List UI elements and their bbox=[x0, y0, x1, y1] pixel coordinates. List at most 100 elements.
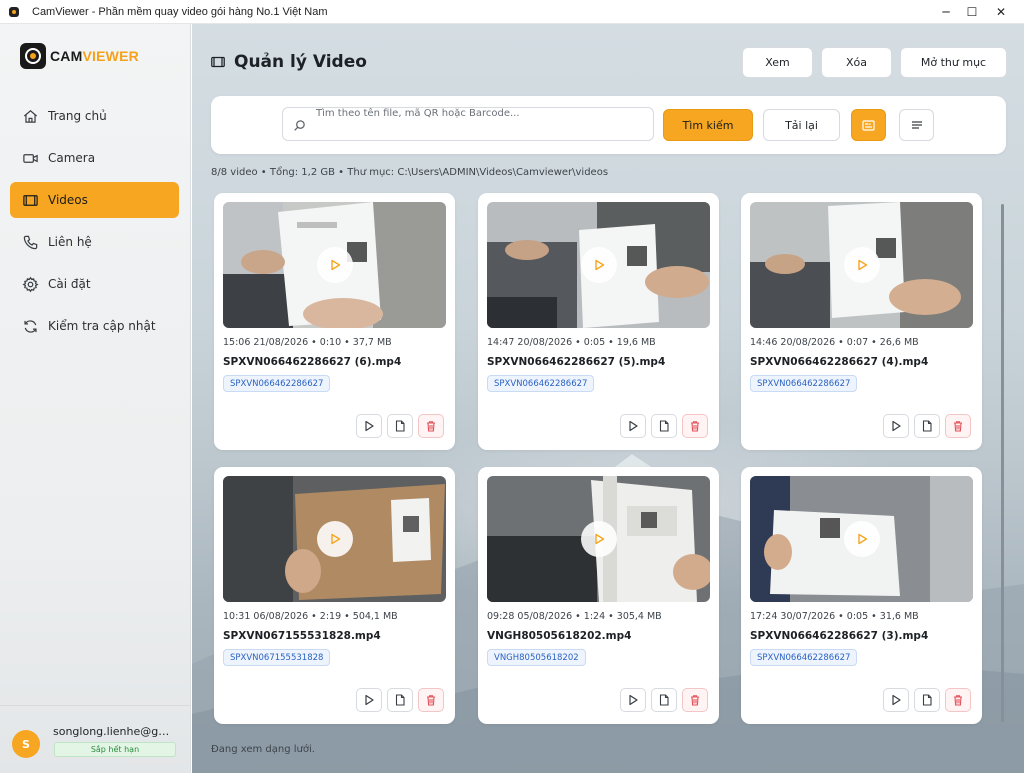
sidebar-item-label: Trang chủ bbox=[48, 109, 107, 123]
user-email: songlong.lienhe@gmail.com bbox=[53, 725, 179, 738]
play-overlay-button[interactable] bbox=[844, 521, 880, 557]
list-view-icon bbox=[911, 121, 922, 129]
video-thumbnail[interactable] bbox=[487, 476, 710, 602]
delete-video-button[interactable] bbox=[945, 414, 971, 438]
search-input[interactable]: Tìm theo tên file, mã QR hoặc Barcode... bbox=[282, 107, 654, 141]
delete-video-button[interactable] bbox=[945, 688, 971, 712]
video-thumbnail[interactable] bbox=[223, 476, 446, 602]
document-icon bbox=[659, 420, 669, 432]
user-panel: S songlong.lienhe@gmail.com Sắp hết hạn bbox=[0, 705, 191, 773]
video-filename: SPXVN066462286627 (3).mp4 bbox=[750, 630, 929, 642]
main-content: Quản lý Video Xem Xóa Mở thư mục Tìm the… bbox=[192, 24, 1024, 773]
barcode-tag[interactable]: SPXVN066462286627 bbox=[487, 375, 595, 392]
play-button[interactable] bbox=[356, 688, 382, 712]
video-thumbnail[interactable] bbox=[223, 202, 446, 328]
video-filename: SPXVN066462286627 (6).mp4 bbox=[223, 356, 402, 368]
sidebar-item-update[interactable]: Kiểm tra cập nhật bbox=[10, 308, 179, 344]
grid-view-button[interactable] bbox=[851, 109, 886, 141]
sidebar-item-contact[interactable]: Liên hệ bbox=[10, 224, 179, 260]
details-button[interactable] bbox=[914, 414, 940, 438]
details-button[interactable] bbox=[387, 688, 413, 712]
barcode-tag[interactable]: SPXVN066462286627 bbox=[223, 375, 331, 392]
logo: CAMVIEWER bbox=[20, 43, 139, 69]
view-button[interactable]: Xem bbox=[742, 47, 813, 78]
document-icon bbox=[395, 420, 405, 432]
reload-button[interactable]: Tải lại bbox=[763, 109, 840, 141]
play-overlay-button[interactable] bbox=[581, 247, 617, 283]
delete-video-button[interactable] bbox=[682, 688, 708, 712]
list-view-button[interactable] bbox=[899, 109, 934, 141]
play-button[interactable] bbox=[620, 688, 646, 712]
sidebar: CAMVIEWER Trang chủ Camera Videos Liên h… bbox=[0, 24, 191, 773]
video-card[interactable]: 14:46 20/08/2026 • 0:07 • 26,6 MB SPXVN0… bbox=[741, 193, 982, 450]
video-thumbnail[interactable] bbox=[487, 202, 710, 328]
video-filename: SPXVN066462286627 (4).mp4 bbox=[750, 356, 929, 368]
details-button[interactable] bbox=[387, 414, 413, 438]
barcode-tag[interactable]: SPXVN066462286627 bbox=[750, 649, 858, 666]
document-icon bbox=[922, 694, 932, 706]
play-button[interactable] bbox=[883, 414, 909, 438]
video-thumbnail[interactable] bbox=[750, 202, 973, 328]
sidebar-item-label: Videos bbox=[48, 193, 88, 207]
video-card[interactable]: 14:47 20/08/2026 • 0:05 • 19,6 MB SPXVN0… bbox=[478, 193, 719, 450]
title-bar: CamViewer - Phần mềm quay video gói hàng… bbox=[0, 0, 1024, 24]
play-button[interactable] bbox=[620, 414, 646, 438]
home-icon bbox=[23, 109, 38, 123]
delete-button[interactable]: Xóa bbox=[821, 47, 892, 78]
video-meta: 09:28 05/08/2026 • 1:24 • 305,4 MB bbox=[487, 611, 662, 622]
video-card[interactable]: 17:24 30/07/2026 • 0:05 • 31,6 MB SPXVN0… bbox=[741, 467, 982, 724]
delete-video-button[interactable] bbox=[418, 414, 444, 438]
video-card[interactable]: 15:06 21/08/2026 • 0:10 • 37,7 MB SPXVN0… bbox=[214, 193, 455, 450]
details-button[interactable] bbox=[651, 414, 677, 438]
document-icon bbox=[395, 694, 405, 706]
refresh-icon bbox=[24, 319, 37, 333]
document-icon bbox=[659, 694, 669, 706]
video-thumbnail[interactable] bbox=[750, 476, 973, 602]
play-icon bbox=[331, 259, 341, 271]
play-overlay-button[interactable] bbox=[317, 247, 353, 283]
play-overlay-button[interactable] bbox=[844, 247, 880, 283]
play-overlay-button[interactable] bbox=[581, 521, 617, 557]
video-card[interactable]: 10:31 06/08/2026 • 2:19 • 504,1 MB SPXVN… bbox=[214, 467, 455, 724]
play-icon bbox=[595, 259, 605, 271]
video-meta: 15:06 21/08/2026 • 0:10 • 37,7 MB bbox=[223, 337, 392, 348]
sidebar-item-home[interactable]: Trang chủ bbox=[10, 98, 179, 134]
sidebar-item-videos[interactable]: Videos bbox=[10, 182, 179, 218]
details-button[interactable] bbox=[651, 688, 677, 712]
avatar[interactable]: S bbox=[12, 730, 40, 758]
search-placeholder: Tìm theo tên file, mã QR hoặc Barcode... bbox=[316, 108, 520, 119]
barcode-tag[interactable]: SPXVN066462286627 bbox=[750, 375, 858, 392]
delete-video-button[interactable] bbox=[682, 414, 708, 438]
play-icon bbox=[365, 694, 374, 706]
sidebar-item-camera[interactable]: Camera bbox=[10, 140, 179, 176]
open-folder-button[interactable]: Mở thư mục bbox=[900, 47, 1007, 78]
play-button[interactable] bbox=[356, 414, 382, 438]
video-meta: 17:24 30/07/2026 • 0:05 • 31,6 MB bbox=[750, 611, 919, 622]
play-button[interactable] bbox=[883, 688, 909, 712]
page-title: Quản lý Video bbox=[210, 52, 367, 72]
camviewer-logo-icon bbox=[20, 43, 46, 69]
trash-icon bbox=[954, 421, 962, 432]
sidebar-item-label: Kiểm tra cập nhật bbox=[48, 319, 156, 333]
play-icon bbox=[629, 694, 638, 706]
details-button[interactable] bbox=[914, 688, 940, 712]
sidebar-item-label: Liên hệ bbox=[48, 235, 92, 249]
close-button[interactable]: ✕ bbox=[978, 0, 1024, 24]
play-icon bbox=[892, 694, 901, 706]
scrollbar[interactable] bbox=[1001, 204, 1004, 722]
barcode-tag[interactable]: VNGH80505618202 bbox=[487, 649, 586, 666]
search-icon bbox=[294, 120, 305, 131]
play-icon bbox=[858, 533, 868, 545]
video-card[interactable]: 09:28 05/08/2026 • 1:24 • 305,4 MB VNGH8… bbox=[478, 467, 719, 724]
sidebar-item-settings[interactable]: Cài đặt bbox=[10, 266, 179, 302]
play-icon bbox=[595, 533, 605, 545]
expiry-badge: Sắp hết hạn bbox=[54, 742, 176, 757]
search-button[interactable]: Tìm kiếm bbox=[663, 109, 753, 141]
video-icon bbox=[211, 56, 225, 68]
video-meta: 10:31 06/08/2026 • 2:19 • 504,1 MB bbox=[223, 611, 398, 622]
video-meta: 14:47 20/08/2026 • 0:05 • 19,6 MB bbox=[487, 337, 656, 348]
app-icon bbox=[9, 6, 19, 17]
play-overlay-button[interactable] bbox=[317, 521, 353, 557]
delete-video-button[interactable] bbox=[418, 688, 444, 712]
barcode-tag[interactable]: SPXVN067155531828 bbox=[223, 649, 331, 666]
